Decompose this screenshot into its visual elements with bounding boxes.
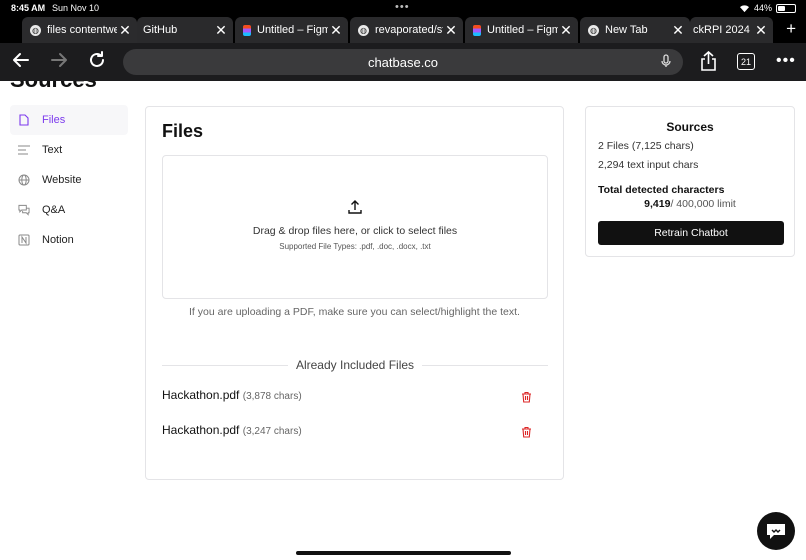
notion-icon bbox=[18, 234, 30, 246]
file-chars: (3,247 chars) bbox=[242, 426, 302, 437]
close-tab-icon[interactable]: ✕ bbox=[117, 22, 133, 39]
total-characters-label: Total detected characters bbox=[598, 184, 725, 196]
globe-icon: ◍ bbox=[358, 24, 369, 36]
home-indicator bbox=[296, 551, 511, 555]
pdf-note: If you are uploading a PDF, make sure yo… bbox=[189, 306, 520, 318]
close-tab-icon[interactable]: ✕ bbox=[558, 22, 574, 39]
file-name: Hackathon.pdf bbox=[162, 388, 240, 402]
dropzone-text: Drag & drop files here, or click to sele… bbox=[252, 225, 458, 237]
already-included-heading: Already Included Files bbox=[287, 358, 423, 372]
sidebar-item-qa[interactable]: Q&A bbox=[10, 195, 128, 225]
back-arrow-icon[interactable] bbox=[12, 51, 30, 75]
globe-icon: ◍ bbox=[588, 24, 599, 36]
tab-hackrpi[interactable]: ckRPI 2024 ✕ bbox=[690, 17, 773, 43]
chatbase-page: Sources Files Text Website Q&A bbox=[0, 81, 806, 560]
files-card: Files Drag & drop files here, or click t… bbox=[145, 106, 564, 480]
status-bar: 8:45 AM Sun Nov 10 ••• 44% bbox=[0, 0, 806, 16]
file-icon bbox=[18, 114, 30, 126]
tab-label: files contentwe bbox=[47, 24, 117, 36]
browser-tab-strip: ◍ files contentwe ✕ GitHub ✕ Untitled – … bbox=[0, 16, 806, 43]
tab-new-tab[interactable]: ◍ New Tab ✕ bbox=[580, 17, 690, 43]
close-tab-icon[interactable]: ✕ bbox=[443, 22, 459, 39]
tab-label: New Tab bbox=[605, 24, 648, 36]
figma-icon bbox=[473, 24, 481, 36]
status-time: 8:45 AM bbox=[11, 3, 46, 13]
address-bar[interactable]: chatbase.co bbox=[123, 49, 683, 75]
globe-icon: ◍ bbox=[30, 24, 41, 36]
tab-revaporated[interactable]: ◍ revaporated/st ✕ bbox=[350, 17, 463, 43]
tab-label: Untitled – Figma bbox=[487, 24, 558, 36]
address-bar-url: chatbase.co bbox=[367, 54, 439, 70]
browser-toolbar: chatbase.co 21 ••• bbox=[0, 43, 806, 81]
sidebar-item-label: Text bbox=[42, 144, 63, 156]
file-dropzone[interactable]: Drag & drop files here, or click to sele… bbox=[162, 155, 548, 299]
tab-label: ckRPI 2024 bbox=[693, 24, 750, 36]
trash-icon[interactable] bbox=[521, 391, 532, 403]
files-count-text: 2 Files (7,125 chars) bbox=[598, 140, 694, 152]
new-tab-plus-icon[interactable]: + bbox=[786, 19, 796, 39]
included-file-row: Hackathon.pdf (3,878 chars) bbox=[162, 388, 548, 406]
multitasking-dots-icon[interactable]: ••• bbox=[395, 1, 410, 13]
total-characters-value: 9,419 bbox=[644, 198, 671, 210]
close-tab-icon[interactable]: ✕ bbox=[670, 22, 686, 39]
sources-sidebar: Files Text Website Q&A Notion bbox=[10, 105, 128, 255]
wifi-icon bbox=[739, 4, 749, 12]
chat-widget-button[interactable] bbox=[757, 512, 795, 550]
character-limit: 9,419/ 400,000 limit bbox=[586, 198, 794, 210]
battery-fill bbox=[778, 5, 785, 11]
sidebar-item-label: Files bbox=[42, 114, 66, 126]
sources-title: Sources bbox=[666, 120, 714, 134]
files-title: Files bbox=[162, 121, 204, 141]
sidebar-item-label: Q&A bbox=[42, 204, 66, 216]
close-tab-icon[interactable]: ✕ bbox=[328, 22, 344, 39]
supported-types-text: Supported File Types: .pdf, .doc, .docx,… bbox=[279, 242, 431, 251]
sources-summary-card: Sources 2 Files (7,125 chars) 2,294 text… bbox=[585, 106, 795, 257]
close-tab-icon[interactable]: ✕ bbox=[753, 22, 769, 39]
tab-overview-button[interactable]: 21 bbox=[737, 53, 755, 70]
already-included-divider: Already Included Files bbox=[162, 358, 548, 372]
status-date: Sun Nov 10 bbox=[52, 3, 100, 13]
forward-arrow-icon[interactable] bbox=[50, 51, 68, 75]
sidebar-item-label: Notion bbox=[42, 234, 74, 246]
tab-github[interactable]: GitHub ✕ bbox=[137, 17, 233, 43]
globe-icon bbox=[18, 174, 30, 186]
sidebar-item-text[interactable]: Text bbox=[10, 135, 128, 165]
limit-text: / 400,000 limit bbox=[670, 198, 736, 210]
tab-figma-2[interactable]: Untitled – Figma ✕ bbox=[465, 17, 578, 43]
page-title: Sources bbox=[10, 81, 97, 93]
tab-label: Untitled – Figma bbox=[257, 24, 328, 36]
battery-icon bbox=[776, 3, 796, 13]
reload-icon[interactable] bbox=[88, 51, 106, 75]
more-options-icon[interactable]: ••• bbox=[776, 52, 796, 70]
trash-icon[interactable] bbox=[521, 426, 532, 438]
sidebar-item-label: Website bbox=[42, 174, 82, 186]
retrain-chatbot-button[interactable]: Retrain Chatbot bbox=[598, 221, 784, 245]
microphone-icon[interactable] bbox=[661, 54, 671, 71]
text-lines-icon bbox=[18, 144, 30, 156]
sidebar-item-notion[interactable]: Notion bbox=[10, 225, 128, 255]
tab-label: revaporated/st bbox=[375, 24, 443, 36]
close-tab-icon[interactable]: ✕ bbox=[213, 22, 229, 39]
chat-icon bbox=[767, 524, 785, 539]
battery-percent: 44% bbox=[753, 3, 772, 13]
upload-icon bbox=[348, 200, 362, 214]
included-file-row: Hackathon.pdf (3,247 chars) bbox=[162, 423, 548, 441]
share-icon[interactable] bbox=[700, 50, 717, 75]
file-name: Hackathon.pdf bbox=[162, 423, 240, 437]
tab-figma-1[interactable]: Untitled – Figma ✕ bbox=[235, 17, 348, 43]
text-chars-text: 2,294 text input chars bbox=[598, 159, 699, 171]
file-chars: (3,878 chars) bbox=[242, 391, 302, 402]
tab-files-content[interactable]: ◍ files contentwe ✕ bbox=[22, 17, 137, 43]
sidebar-item-website[interactable]: Website bbox=[10, 165, 128, 195]
figma-icon bbox=[243, 24, 251, 36]
chat-icon bbox=[18, 204, 30, 216]
sidebar-item-files[interactable]: Files bbox=[10, 105, 128, 135]
tab-label: GitHub bbox=[143, 24, 178, 36]
